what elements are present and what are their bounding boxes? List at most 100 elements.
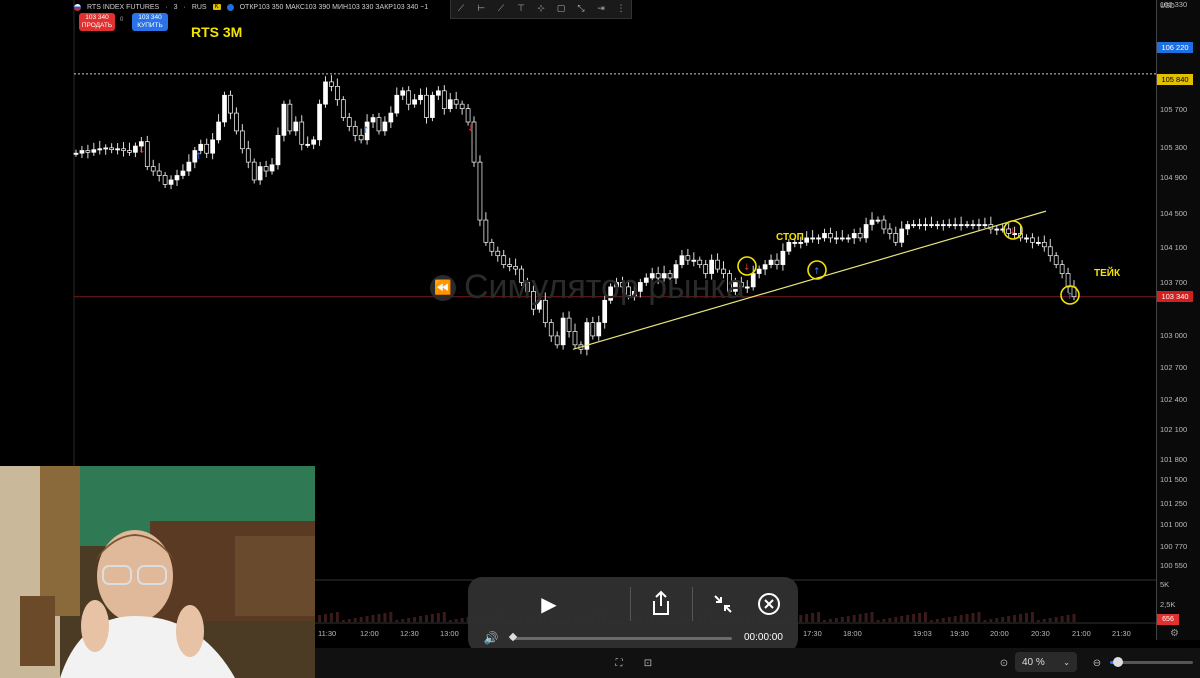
volume-bar: [424, 615, 428, 622]
volume-bar: [1007, 616, 1011, 622]
volume-bar: [900, 616, 904, 622]
drawing-toolbar: ⟋ ⊢ ⟋ ⊤ ⊹ ▢ ⤡ ⇥ ⋮: [450, 0, 632, 19]
volume-bar: [989, 619, 993, 622]
candle: [323, 81, 328, 105]
candle: [804, 237, 810, 243]
candle: [459, 103, 465, 109]
volume-bar: [442, 612, 446, 622]
order-quantity[interactable]: 0: [120, 17, 123, 23]
candle: [388, 112, 394, 123]
play-icon[interactable]: ▶: [536, 591, 562, 617]
more-tools-icon[interactable]: ⋮: [615, 3, 627, 15]
timeframe-label[interactable]: 3: [174, 4, 178, 11]
volume-bar: [953, 616, 957, 622]
volume-bar: [383, 613, 387, 622]
k-badge-icon: K: [212, 4, 221, 10]
zoom-slider-knob[interactable]: [1113, 657, 1124, 667]
volume-bar: [971, 613, 975, 622]
time-tick: 12:00: [360, 629, 379, 638]
candle: [863, 224, 869, 239]
price-tick: 103 700: [1160, 278, 1188, 287]
candle: [103, 147, 109, 150]
crop-icon[interactable]: ⊡: [642, 657, 654, 669]
candle: [905, 224, 911, 230]
candle: [382, 121, 388, 132]
volume-bar: [923, 612, 927, 622]
fib-tool-icon[interactable]: ⊤: [515, 3, 527, 15]
candle: [946, 224, 952, 227]
price-tick: 100 550: [1160, 561, 1188, 570]
candle: [168, 179, 174, 185]
buy-button[interactable]: 103 340 КУПИТЬ: [132, 13, 168, 31]
volume-bar: [1019, 614, 1023, 622]
buy-arrow: ↑: [1066, 292, 1074, 302]
sell-button[interactable]: 103 340 ПРОДАТЬ: [79, 13, 115, 31]
candle: [257, 166, 263, 181]
close-icon[interactable]: [756, 591, 782, 617]
volume-bar: [1030, 612, 1034, 622]
replay-icon[interactable]: [226, 3, 234, 11]
candle: [263, 166, 269, 172]
volume-bar: [929, 620, 933, 622]
candle: [893, 233, 899, 243]
trend-line-tool-icon[interactable]: ⟋: [455, 3, 467, 15]
price-tick: 105 700: [1160, 105, 1188, 114]
candle: [275, 135, 281, 166]
candle: [489, 241, 495, 252]
fit-screen-icon[interactable]: ⛶: [613, 657, 625, 669]
candle: [697, 259, 703, 265]
candle: [394, 94, 400, 114]
rectangle-tool-icon[interactable]: ▢: [555, 3, 567, 15]
candle: [447, 99, 453, 109]
exchange-label: RUS: [191, 3, 207, 11]
candle: [994, 228, 1000, 231]
volume-bar: [365, 616, 369, 622]
volume-bar: [864, 613, 868, 622]
volume-bar: [840, 617, 844, 622]
share-icon[interactable]: [648, 589, 674, 617]
volume-bar: [460, 618, 464, 622]
zoom-slider[interactable]: [1110, 657, 1193, 667]
candle: [495, 250, 501, 257]
candle: [97, 148, 103, 151]
volume-bar: [906, 615, 910, 622]
segment-tool-icon[interactable]: ⟋: [495, 3, 507, 15]
measure-tool-icon[interactable]: ⤡: [575, 3, 587, 15]
zoom-select[interactable]: 40 % ⌄: [1015, 652, 1077, 672]
ruler-tool-icon[interactable]: ⇥: [595, 3, 607, 15]
playback-knob[interactable]: [508, 632, 518, 642]
sell-arrow: ↓: [138, 146, 146, 156]
candle: [465, 108, 471, 123]
candle: [810, 237, 815, 240]
volume-bar: [823, 620, 826, 622]
candle: [234, 112, 239, 132]
pitchfork-tool-icon[interactable]: ⊹: [535, 3, 547, 15]
volume-bar: [1013, 615, 1017, 622]
candles-group: [73, 75, 1077, 356]
candle: [899, 228, 905, 243]
volume-icon[interactable]: 🔊: [482, 630, 500, 646]
candle: [691, 259, 697, 262]
time-tick: 21:30: [1112, 629, 1131, 638]
price-tick: 102 400: [1160, 395, 1188, 404]
playback-progress[interactable]: [508, 632, 732, 642]
volume-bar: [448, 620, 452, 622]
volume-bar: [1024, 613, 1028, 622]
current-price-tag: 103 340: [1157, 291, 1193, 302]
time-tick: 12:30: [400, 629, 419, 638]
presenter-video-frame: [0, 466, 315, 678]
zoom-out-icon[interactable]: ⊖: [1091, 657, 1103, 669]
price-tick: 102 100: [1160, 425, 1188, 434]
shrink-icon[interactable]: [710, 591, 736, 617]
candle: [917, 224, 922, 227]
volume-bar: [430, 614, 434, 622]
horizontal-ray-tool-icon[interactable]: ⊢: [475, 3, 487, 15]
candle: [156, 170, 162, 176]
candle: [121, 148, 126, 151]
volume-bar: [359, 617, 363, 622]
candle: [560, 317, 566, 346]
screenshot-icon[interactable]: ⊙: [998, 657, 1010, 669]
gear-icon[interactable]: ⚙: [1170, 628, 1179, 639]
chevron-down-icon: ⌄: [1063, 657, 1070, 667]
buy-label: КУПИТЬ: [137, 22, 163, 29]
